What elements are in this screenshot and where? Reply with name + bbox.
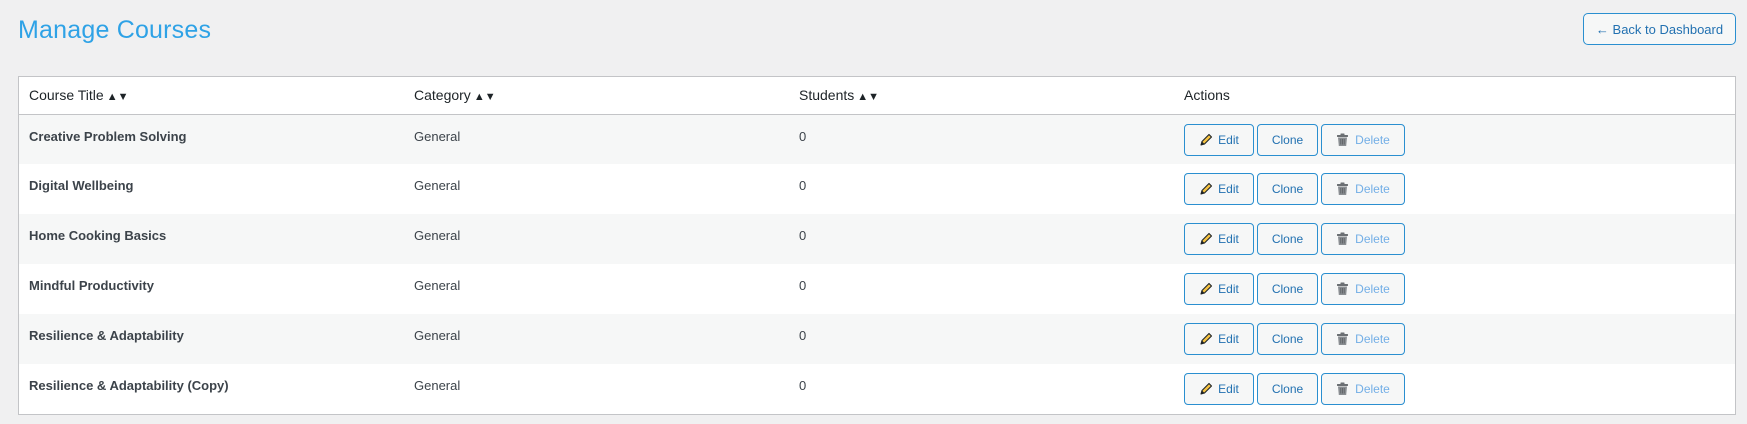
category-cell: General [414, 178, 461, 193]
column-header-category[interactable]: Category ▲▼ [404, 77, 789, 114]
page-title: Manage Courses [18, 16, 212, 44]
edit-button[interactable]: Edit [1184, 323, 1254, 355]
clone-button[interactable]: Clone [1257, 373, 1318, 405]
actions-cell: Edit Clone Delete [1174, 314, 1735, 364]
edit-button[interactable]: Edit [1184, 123, 1254, 156]
actions-cell: Edit Clone Delete [1174, 364, 1735, 414]
column-header-course-title[interactable]: Course Title ▲▼ [19, 77, 404, 114]
pencil-icon [1199, 182, 1213, 196]
column-label: Category [414, 87, 471, 104]
table-row: Mindful Productivity General 0 Edit Clon… [19, 264, 1735, 314]
edit-button[interactable]: Edit [1184, 273, 1254, 305]
sort-icon[interactable]: ▲▼ [857, 91, 879, 103]
clone-button[interactable]: Clone [1257, 123, 1318, 156]
actions-cell: Edit Clone Delete [1174, 114, 1735, 164]
students-cell: 0 [799, 328, 807, 343]
students-cell: 0 [799, 228, 807, 243]
column-label: Actions [1184, 87, 1230, 104]
pencil-icon [1199, 332, 1213, 346]
clone-button[interactable]: Clone [1257, 323, 1318, 355]
clone-label: Clone [1271, 132, 1304, 147]
category-cell: General [414, 228, 461, 243]
category-cell: General [414, 128, 461, 144]
courses-table: Course Title ▲▼ Category ▲▼ Students ▲▼ Act… [18, 76, 1736, 415]
delete-label: Delete [1355, 382, 1390, 396]
delete-label: Delete [1355, 232, 1390, 246]
actions-cell: Edit Clone Delete [1174, 214, 1735, 264]
table-row: Digital Wellbeing General 0 Edit Clone D… [19, 164, 1735, 214]
edit-label: Edit [1218, 382, 1239, 396]
clone-button[interactable]: Clone [1257, 173, 1318, 205]
category-cell: General [414, 378, 461, 393]
column-header-actions: Actions [1174, 77, 1735, 114]
trash-icon [1336, 282, 1350, 296]
column-header-students[interactable]: Students ▲▼ [789, 77, 1174, 114]
clone-label: Clone [1271, 382, 1304, 396]
category-cell: General [414, 328, 461, 343]
delete-button[interactable]: Delete [1321, 223, 1405, 255]
delete-button[interactable]: Delete [1321, 173, 1405, 205]
course-title-cell: Mindful Productivity [29, 278, 154, 293]
back-to-dashboard-button[interactable]: ← Back to Dashboard [1583, 13, 1736, 45]
table-row: Home Cooking Basics General 0 Edit Clone [19, 214, 1735, 264]
delete-label: Delete [1355, 332, 1390, 346]
edit-button[interactable]: Edit [1184, 173, 1254, 205]
course-title-cell: Resilience & Adaptability (Copy) [29, 378, 229, 393]
pencil-icon [1199, 232, 1213, 246]
table-header-row: Course Title ▲▼ Category ▲▼ Students ▲▼ Act… [19, 77, 1735, 114]
column-label: Course Title [29, 87, 104, 104]
delete-button[interactable]: Delete [1321, 273, 1405, 305]
course-title-cell: Resilience & Adaptability [29, 328, 184, 343]
edit-button[interactable]: Edit [1184, 223, 1254, 255]
clone-button[interactable]: Clone [1257, 273, 1318, 305]
clone-label: Clone [1271, 232, 1304, 246]
category-cell: General [414, 278, 461, 293]
students-cell: 0 [799, 128, 807, 144]
delete-button[interactable]: Delete [1321, 323, 1405, 355]
table-row: Resilience & Adaptability (Copy) General… [19, 364, 1735, 414]
students-cell: 0 [799, 278, 807, 293]
table-row: Resilience & Adaptability General 0 Edit… [19, 314, 1735, 364]
delete-label: Delete [1355, 132, 1390, 147]
clone-button[interactable]: Clone [1257, 223, 1318, 255]
sort-icon[interactable]: ▲▼ [474, 91, 496, 103]
pencil-icon [1199, 382, 1213, 396]
edit-label: Edit [1218, 232, 1239, 246]
actions-cell: Edit Clone Delete [1174, 164, 1735, 214]
trash-icon [1336, 182, 1350, 196]
pencil-icon [1199, 133, 1213, 147]
students-cell: 0 [799, 378, 807, 393]
clone-label: Clone [1271, 182, 1304, 196]
column-label: Students [799, 87, 855, 104]
delete-button[interactable]: Delete [1321, 123, 1405, 156]
course-title-cell: Digital Wellbeing [29, 178, 134, 193]
edit-label: Edit [1218, 132, 1239, 147]
clone-label: Clone [1271, 332, 1304, 346]
delete-button[interactable]: Delete [1321, 373, 1405, 405]
trash-icon [1336, 232, 1350, 246]
trash-icon [1336, 133, 1350, 147]
delete-label: Delete [1355, 282, 1390, 296]
actions-cell: Edit Clone Delete [1174, 264, 1735, 314]
pencil-icon [1199, 282, 1213, 296]
edit-button[interactable]: Edit [1184, 373, 1254, 405]
course-title-cell: Home Cooking Basics [29, 228, 167, 243]
trash-icon [1336, 332, 1350, 346]
edit-label: Edit [1218, 182, 1239, 196]
sort-icon[interactable]: ▲▼ [107, 91, 129, 103]
students-cell: 0 [799, 178, 807, 193]
delete-label: Delete [1355, 182, 1390, 196]
table-row: Creative Problem Solving General 0 Edit … [19, 114, 1735, 164]
edit-label: Edit [1218, 332, 1239, 346]
trash-icon [1336, 382, 1350, 396]
course-title-cell: Creative Problem Solving [29, 128, 187, 144]
clone-label: Clone [1271, 282, 1304, 296]
edit-label: Edit [1218, 282, 1239, 296]
